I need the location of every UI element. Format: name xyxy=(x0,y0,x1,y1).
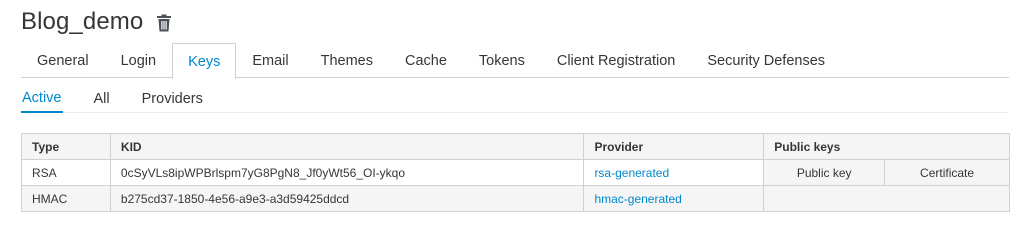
certificate-button[interactable]: Certificate xyxy=(884,159,1010,186)
keys-subtabs: Active All Providers xyxy=(21,84,1009,113)
table-row: RSA 0cSyVLs8ipWPBrlspm7yG8PgN8_Jf0yWt56_… xyxy=(21,159,1010,186)
tab-tokens[interactable]: Tokens xyxy=(463,43,541,78)
tab-email[interactable]: Email xyxy=(236,43,304,78)
cell-kid: 0cSyVLs8ipWPBrlspm7yG8PgN8_Jf0yWt56_OI-y… xyxy=(109,159,585,186)
trash-icon[interactable] xyxy=(156,14,172,32)
provider-link[interactable]: rsa-generated xyxy=(583,159,765,186)
tab-cache[interactable]: Cache xyxy=(389,43,463,78)
cell-kid: b275cd37-1850-4e56-a9e3-a3d59425ddcd xyxy=(109,185,585,212)
provider-link[interactable]: hmac-generated xyxy=(583,185,765,212)
tab-security-defenses[interactable]: Security Defenses xyxy=(691,43,841,78)
column-header-provider: Provider xyxy=(583,133,765,160)
tab-themes[interactable]: Themes xyxy=(305,43,389,78)
tab-login[interactable]: Login xyxy=(105,43,172,78)
subtab-active[interactable]: Active xyxy=(21,84,63,113)
public-key-button[interactable]: Public key xyxy=(763,159,886,186)
table-header-row: Type KID Provider Public keys xyxy=(21,133,1010,160)
table-row: HMAC b275cd37-1850-4e56-a9e3-a3d59425ddc… xyxy=(21,185,1010,212)
realm-header: Blog_demo xyxy=(21,6,172,38)
cell-type: RSA xyxy=(21,159,111,186)
subtab-all[interactable]: All xyxy=(93,84,111,113)
keys-table: Type KID Provider Public keys RSA 0cSyVL… xyxy=(21,133,1010,212)
tab-general[interactable]: General xyxy=(21,43,105,78)
cell-public-keys-empty xyxy=(763,185,1010,212)
subtab-providers[interactable]: Providers xyxy=(141,84,204,113)
column-header-public-keys: Public keys xyxy=(763,133,1010,160)
column-header-kid: KID xyxy=(109,133,585,160)
tab-keys[interactable]: Keys xyxy=(172,43,237,79)
realm-settings-tabs: General Login Keys Email Themes Cache To… xyxy=(21,43,1009,79)
page-title: Blog_demo xyxy=(21,8,144,35)
tab-client-registration[interactable]: Client Registration xyxy=(541,43,691,78)
column-header-type: Type xyxy=(21,133,111,160)
cell-type: HMAC xyxy=(21,185,111,212)
